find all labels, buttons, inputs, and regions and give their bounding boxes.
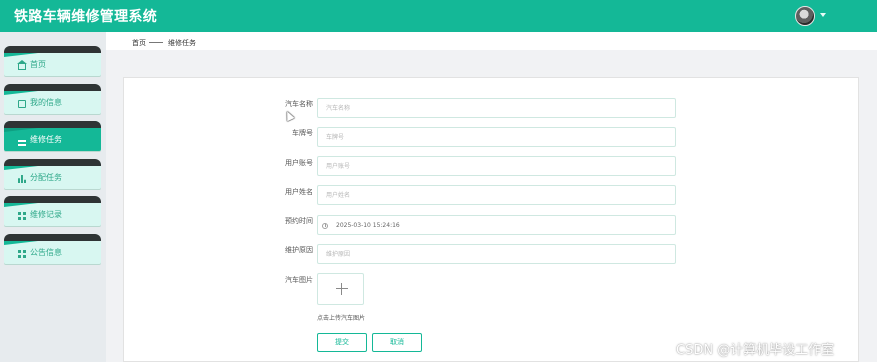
sidebar-item-label: 我的信息	[30, 98, 62, 107]
breadcrumb-separator	[149, 42, 163, 43]
id-card-icon	[18, 100, 26, 108]
form-card: 汽车名称 车牌号 用户账号 用户姓名 预约时间 维护原因 汽车图片 点击上传汽车…	[123, 77, 859, 362]
user-account-label: 用户账号	[285, 159, 313, 167]
car-number-input[interactable]	[317, 127, 676, 147]
sidebar-item-label: 维修任务	[30, 135, 62, 144]
cancel-button[interactable]: 取消	[372, 333, 422, 352]
breadcrumb-home[interactable]: 首页	[132, 38, 146, 48]
submit-button[interactable]: 提交	[317, 333, 367, 352]
user-name-label: 用户姓名	[285, 188, 313, 196]
grid-icon	[18, 212, 26, 220]
bar-chart-icon	[18, 175, 26, 183]
app-title: 铁路车辆维修管理系统	[14, 9, 157, 25]
appointment-time-label: 预约时间	[285, 217, 313, 225]
car-image-label: 汽车图片	[285, 276, 313, 284]
sidebar-item-label: 维修记录	[30, 210, 62, 219]
sidebar: 首页 我的信息 维修任务 分配任务 维修记录 公告信息	[0, 32, 106, 362]
list-icon	[18, 137, 26, 146]
user-name-input[interactable]	[317, 185, 676, 205]
sidebar-item-my-info[interactable]: 我的信息	[4, 84, 101, 114]
sidebar-item-label: 分配任务	[30, 173, 62, 182]
car-number-label: 车牌号	[292, 129, 313, 137]
car-name-label: 汽车名称	[285, 100, 313, 108]
sidebar-item-repair-records[interactable]: 维修记录	[4, 196, 101, 226]
top-bar: 铁路车辆维修管理系统	[0, 0, 877, 32]
home-icon	[17, 60, 27, 70]
watermark: CSDN @计算机毕设工作室	[676, 343, 835, 358]
breadcrumb: 首页 维修任务	[106, 32, 877, 50]
repair-reason-input[interactable]	[317, 244, 676, 264]
sidebar-item-repair-tasks[interactable]: 维修任务	[4, 121, 101, 151]
image-upload-button[interactable]	[317, 273, 364, 305]
user-avatar-icon[interactable]	[795, 6, 815, 26]
appointment-time-picker[interactable]	[317, 215, 676, 235]
car-name-input[interactable]	[317, 98, 676, 118]
upload-hint: 点击上传汽车图片	[317, 315, 366, 322]
sidebar-item-label: 公告信息	[30, 248, 62, 257]
repair-reason-label: 维护原因	[285, 246, 313, 254]
grid-icon	[18, 250, 26, 258]
sidebar-item-assign-tasks[interactable]: 分配任务	[4, 159, 101, 189]
clock-icon	[322, 223, 328, 229]
breadcrumb-current: 维修任务	[168, 39, 196, 47]
caret-down-icon[interactable]	[820, 13, 826, 17]
sidebar-item-label: 首页	[30, 60, 46, 69]
sidebar-item-announcements[interactable]: 公告信息	[4, 234, 101, 264]
plus-icon	[336, 283, 348, 295]
user-account-input[interactable]	[317, 156, 676, 176]
sidebar-item-home[interactable]: 首页	[4, 46, 101, 76]
